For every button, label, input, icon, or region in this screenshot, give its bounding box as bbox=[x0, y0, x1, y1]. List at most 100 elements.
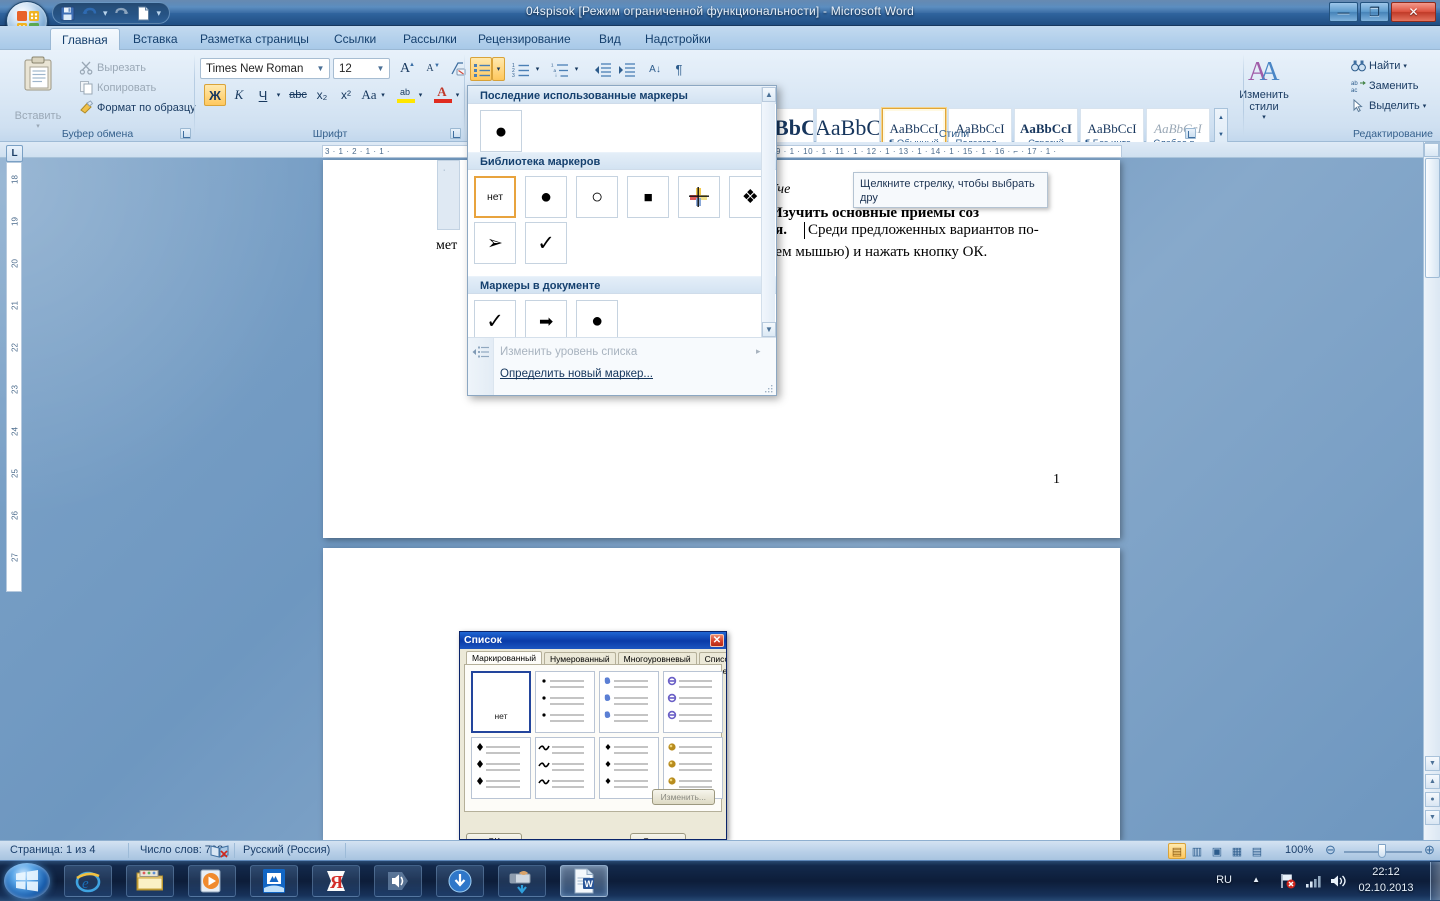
bullets-dropdown-arrow[interactable]: ▾ bbox=[492, 57, 505, 81]
tab-home[interactable]: Главная bbox=[50, 28, 120, 50]
maximize-button[interactable]: ❐ bbox=[1360, 2, 1389, 22]
font-color-button[interactable]: A bbox=[431, 84, 453, 106]
chevron-down-icon[interactable]: ▼ bbox=[374, 64, 387, 73]
list-diamond[interactable] bbox=[471, 737, 531, 799]
change-styles-arrow[interactable]: ▾ bbox=[1236, 113, 1292, 121]
find-button[interactable]: Найти ▾ bbox=[1348, 57, 1410, 75]
taskbar-word[interactable]: W bbox=[560, 865, 608, 897]
close-button[interactable]: ✕ bbox=[1391, 2, 1436, 22]
undo-icon[interactable] bbox=[81, 5, 98, 22]
view-outline-button[interactable]: ▦ bbox=[1228, 843, 1246, 859]
change-list-level-item[interactable]: Изменить уровень списка bbox=[500, 346, 637, 358]
cancel-button[interactable]: Отмена bbox=[630, 833, 686, 839]
decrease-indent-button[interactable] bbox=[590, 57, 614, 81]
tab-bulleted[interactable]: Маркированный bbox=[466, 651, 542, 665]
bullets-button[interactable] bbox=[470, 57, 492, 81]
taskbar-internet-explorer[interactable]: e bbox=[64, 865, 112, 897]
bullet-filled-circle[interactable]: ● bbox=[480, 110, 522, 152]
tab-mailings[interactable]: Рассылки bbox=[392, 28, 468, 50]
scroll-down-icon[interactable]: ▼ bbox=[762, 322, 776, 337]
list-small-bullet[interactable] bbox=[535, 671, 595, 733]
view-web-layout-button[interactable]: ▣ bbox=[1208, 843, 1226, 859]
change-case-button[interactable]: Aa bbox=[359, 84, 379, 106]
styles-dialog-launcher[interactable] bbox=[1185, 128, 1196, 139]
select-browse-object-icon[interactable]: ● bbox=[1425, 792, 1440, 807]
tab-references[interactable]: Ссылки bbox=[323, 28, 387, 50]
underline-dropdown-arrow[interactable]: ▾ bbox=[273, 84, 284, 106]
tray-language[interactable]: RU bbox=[1216, 874, 1232, 886]
bullets-menu-scrollbar[interactable]: ▲ ▼ bbox=[761, 87, 776, 337]
bullet-solid-arrow[interactable]: ➡ bbox=[525, 300, 568, 342]
tab-stop-selector[interactable]: L bbox=[6, 145, 23, 162]
taskbar-yandex[interactable]: Я bbox=[312, 865, 360, 897]
view-print-layout-button[interactable]: ▤ bbox=[1168, 843, 1186, 859]
minimize-button[interactable]: — bbox=[1329, 2, 1358, 22]
superscript-button[interactable]: x² bbox=[335, 84, 357, 106]
taskbar-explorer[interactable] bbox=[126, 865, 174, 897]
ruler-toggle-button[interactable] bbox=[1424, 143, 1439, 157]
clipboard-dialog-launcher[interactable] bbox=[180, 128, 191, 139]
bullet-filled-square[interactable]: ■ bbox=[627, 176, 670, 218]
cut-button[interactable]: Вырезать bbox=[76, 58, 149, 77]
bullet-checkmark[interactable]: ✓ bbox=[525, 222, 568, 264]
tab-insert[interactable]: Вставка bbox=[122, 28, 189, 50]
font-color-dropdown-arrow[interactable]: ▾ bbox=[452, 84, 463, 106]
scroll-up-icon[interactable]: ▲ bbox=[762, 87, 776, 102]
bullet-color-cross[interactable] bbox=[678, 176, 721, 218]
strikethrough-button[interactable]: abc bbox=[287, 84, 309, 106]
tab-review[interactable]: Рецензирование bbox=[467, 28, 582, 50]
gallery-up-icon[interactable]: ▲ bbox=[1218, 115, 1224, 121]
highlight-button[interactable]: ab bbox=[394, 84, 416, 106]
tab-addins[interactable]: Надстройки bbox=[634, 28, 722, 50]
scroll-down-icon[interactable]: ▼ bbox=[1425, 756, 1440, 771]
scrollbar-thumb[interactable] bbox=[1425, 158, 1440, 278]
chevron-down-icon[interactable]: ▼ bbox=[314, 64, 327, 73]
format-painter-button[interactable]: Формат по образцу bbox=[76, 98, 199, 117]
taskbar-maxthon[interactable] bbox=[250, 865, 298, 897]
multilevel-list-button[interactable]: 1ai bbox=[548, 57, 570, 81]
zoom-out-button[interactable]: ⊖ bbox=[1325, 842, 1336, 858]
bold-button[interactable]: Ж bbox=[204, 84, 226, 106]
view-draft-button[interactable]: ▤ bbox=[1248, 843, 1266, 859]
proofing-status-icon[interactable] bbox=[210, 843, 230, 861]
sort-button[interactable]: A↓ bbox=[643, 57, 667, 81]
numbering-dropdown-arrow[interactable]: ▾ bbox=[531, 57, 544, 81]
bullet-filled-circle[interactable]: ● bbox=[525, 176, 568, 218]
zoom-in-button[interactable]: ⊕ bbox=[1424, 842, 1435, 858]
taskbar-usb-safely-remove[interactable] bbox=[498, 865, 546, 897]
change-styles-button[interactable]: A A Изменить стили ▾ bbox=[1236, 56, 1292, 121]
replace-button[interactable]: ab ac Заменить bbox=[1348, 77, 1421, 95]
list-none[interactable]: нет bbox=[471, 671, 531, 733]
italic-button[interactable]: К bbox=[228, 84, 250, 106]
list-blue-hand[interactable] bbox=[599, 671, 659, 733]
qat-customize-arrow[interactable]: ▾ bbox=[157, 8, 162, 19]
numbering-button[interactable]: 123 bbox=[509, 57, 531, 81]
network-error-icon[interactable] bbox=[1280, 873, 1297, 892]
select-dropdown-arrow[interactable]: ▾ bbox=[1423, 102, 1427, 110]
tab-view[interactable]: Вид bbox=[588, 28, 632, 50]
tab-page-layout[interactable]: Разметка страницы bbox=[189, 28, 320, 50]
list-small-diamond[interactable] bbox=[599, 737, 659, 799]
font-size-combo[interactable]: 12 ▼ bbox=[333, 58, 390, 79]
change-case-dropdown-arrow[interactable]: ▾ bbox=[378, 84, 388, 106]
zoom-slider-thumb[interactable] bbox=[1378, 844, 1386, 858]
shrink-font-button[interactable]: A ▼ bbox=[418, 57, 442, 80]
previous-page-icon[interactable]: ▲ bbox=[1425, 774, 1440, 789]
zoom-level[interactable]: 100% bbox=[1285, 844, 1313, 856]
define-new-bullet-item[interactable]: Определить новый маркер... bbox=[500, 368, 653, 380]
next-page-icon[interactable]: ▼ bbox=[1425, 810, 1440, 825]
taskbar-media-player[interactable] bbox=[188, 865, 236, 897]
bullet-none[interactable]: нет bbox=[474, 176, 516, 218]
bullet-checkmark[interactable]: ✓ bbox=[474, 300, 516, 342]
bullet-arrowhead[interactable]: ➢ bbox=[474, 222, 516, 264]
find-dropdown-arrow[interactable]: ▾ bbox=[1403, 62, 1407, 70]
list-scribble[interactable] bbox=[535, 737, 595, 799]
underline-button[interactable]: Ч bbox=[252, 84, 274, 106]
font-dialog-launcher[interactable] bbox=[450, 128, 461, 139]
vertical-scrollbar[interactable]: ▲ ▼ ▲ ● ▼ bbox=[1423, 142, 1440, 840]
grow-font-button[interactable]: A ▲ bbox=[393, 57, 417, 80]
save-icon[interactable] bbox=[59, 5, 76, 22]
list-dialog-close-button[interactable]: ✕ bbox=[710, 634, 724, 647]
customize-button[interactable]: Изменить... bbox=[651, 789, 715, 805]
list-blue-minus-circle[interactable] bbox=[663, 671, 723, 733]
